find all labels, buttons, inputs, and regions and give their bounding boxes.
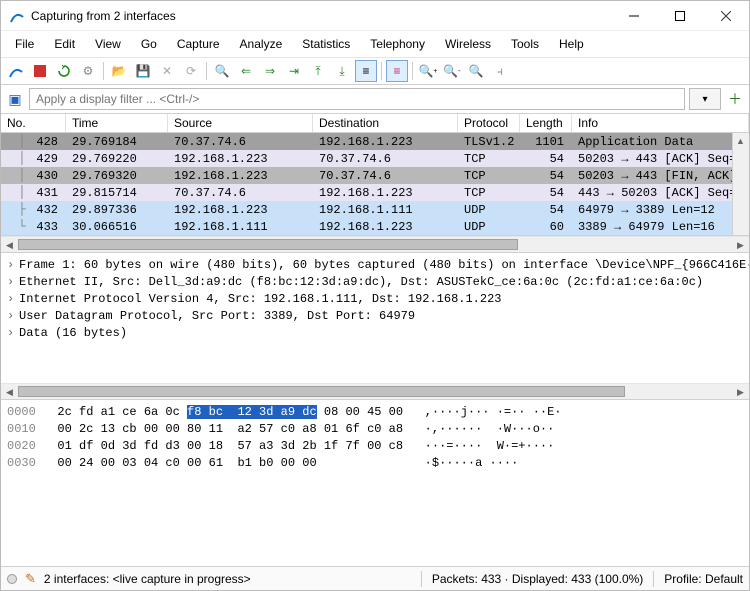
menu-capture[interactable]: Capture <box>167 33 230 55</box>
expand-icon[interactable]: › <box>7 291 19 308</box>
edit-comment-icon[interactable]: ✎ <box>25 571 36 587</box>
start-capture-icon[interactable] <box>5 60 27 82</box>
table-row[interactable]: │ 42829.76918470.37.74.6192.168.1.223TLS… <box>1 133 749 150</box>
menu-statistics[interactable]: Statistics <box>292 33 360 55</box>
status-profile[interactable]: Profile: Default <box>664 572 743 586</box>
go-first-icon[interactable]: ⤒ <box>307 60 329 82</box>
stop-capture-icon[interactable] <box>29 60 51 82</box>
display-filter-input[interactable] <box>29 88 685 110</box>
column-header-destination[interactable]: Destination <box>313 114 458 132</box>
table-row[interactable]: │ 43029.769320192.168.1.22370.37.74.6TCP… <box>1 167 749 184</box>
expand-icon[interactable]: › <box>7 274 19 291</box>
status-separator <box>421 571 422 587</box>
auto-scroll-icon[interactable]: ≡ <box>355 60 377 82</box>
menu-help[interactable]: Help <box>549 33 594 55</box>
detail-ip[interactable]: ›Internet Protocol Version 4, Src: 192.1… <box>7 291 743 308</box>
detail-data[interactable]: ›Data (16 bytes) <box>7 325 743 342</box>
status-separator <box>653 571 654 587</box>
detail-frame[interactable]: ›Frame 1: 60 bytes on wire (480 bits), 6… <box>7 257 743 274</box>
menu-wireless[interactable]: Wireless <box>435 33 501 55</box>
packet-list-pane: No. Time Source Destination Protocol Len… <box>1 114 749 236</box>
filter-add-button[interactable]: ＋ <box>725 88 745 110</box>
menu-tools[interactable]: Tools <box>501 33 549 55</box>
packet-list-body[interactable]: │ 42829.76918470.37.74.6192.168.1.223TLS… <box>1 133 749 235</box>
vertical-scrollbar[interactable]: ▲ <box>732 133 749 235</box>
zoom-in-icon[interactable]: 🔍+ <box>417 60 439 82</box>
toolbar-separator <box>206 62 207 80</box>
expand-icon[interactable]: › <box>7 308 19 325</box>
restart-capture-icon[interactable] <box>53 60 75 82</box>
toolbar-separator <box>381 62 382 80</box>
table-row[interactable]: │ 43129.81571470.37.74.6192.168.1.223TCP… <box>1 184 749 201</box>
detail-udp[interactable]: ›User Datagram Protocol, Src Port: 3389,… <box>7 308 743 325</box>
go-to-packet-icon[interactable]: ⇥ <box>283 60 305 82</box>
go-last-icon[interactable]: ⤓ <box>331 60 353 82</box>
capture-options-icon[interactable]: ⚙ <box>77 60 99 82</box>
zoom-reset-icon[interactable]: 🔍 <box>465 60 487 82</box>
minimize-button[interactable] <box>611 1 657 31</box>
status-packet-count: Packets: 433 · Displayed: 433 (100.0%) <box>432 572 643 586</box>
details-hscroll[interactable]: ◀ ▶ <box>1 383 749 400</box>
packet-bytes-pane[interactable]: 0000 2c fd a1 ce 6a 0c f8 bc 12 3d a9 dc… <box>1 400 749 566</box>
resize-columns-icon[interactable]: ⫞ <box>489 60 511 82</box>
expert-info-icon[interactable] <box>7 574 17 584</box>
save-icon[interactable]: 💾 <box>132 60 154 82</box>
menu-telephony[interactable]: Telephony <box>360 33 435 55</box>
detail-ethernet[interactable]: ›Ethernet II, Src: Dell_3d:a9:dc (f8:bc:… <box>7 274 743 291</box>
column-header-protocol[interactable]: Protocol <box>458 114 520 132</box>
column-header-info[interactable]: Info <box>572 114 749 132</box>
title-bar: Capturing from 2 interfaces <box>1 1 749 31</box>
packet-details-pane[interactable]: ›Frame 1: 60 bytes on wire (480 bits), 6… <box>1 253 749 383</box>
menu-bar: File Edit View Go Capture Analyze Statis… <box>1 31 749 57</box>
go-back-icon[interactable]: ⇐ <box>235 60 257 82</box>
toolbar-separator <box>103 62 104 80</box>
close-button[interactable] <box>703 1 749 31</box>
scroll-right-icon[interactable]: ▶ <box>732 237 749 254</box>
bookmark-filter-icon[interactable]: ▣ <box>5 89 25 109</box>
filter-expression-button[interactable]: ▾ <box>689 88 721 110</box>
packet-list-header: No. Time Source Destination Protocol Len… <box>1 114 749 133</box>
maximize-button[interactable] <box>657 1 703 31</box>
scroll-left-icon[interactable]: ◀ <box>1 237 18 254</box>
open-icon[interactable]: 📂 <box>108 60 130 82</box>
menu-file[interactable]: File <box>5 33 44 55</box>
menu-analyze[interactable]: Analyze <box>230 33 293 55</box>
column-header-no[interactable]: No. <box>1 114 66 132</box>
app-icon <box>9 8 25 24</box>
expand-icon[interactable]: › <box>7 257 19 274</box>
status-bar: ✎ 2 interfaces: <live capture in progres… <box>1 566 749 590</box>
window-title: Capturing from 2 interfaces <box>31 9 611 23</box>
menu-edit[interactable]: Edit <box>44 33 85 55</box>
table-row[interactable]: │ 42929.769220192.168.1.22370.37.74.6TCP… <box>1 150 749 167</box>
toolbar-separator <box>412 62 413 80</box>
table-row[interactable]: └ 43330.066516192.168.1.111192.168.1.223… <box>1 218 749 235</box>
colorize-icon[interactable]: ≡ <box>386 60 408 82</box>
close-file-icon[interactable]: ✕ <box>156 60 178 82</box>
filter-bar: ▣ ▾ ＋ <box>1 85 749 114</box>
toolbar: ⚙ 📂 💾 ✕ ⟳ 🔍 ⇐ ⇒ ⇥ ⤒ ⤓ ≡ ≡ 🔍+ 🔍- 🔍 ⫞ <box>1 57 749 85</box>
column-header-length[interactable]: Length <box>520 114 572 132</box>
packet-list-hscroll[interactable]: ◀ ▶ <box>1 236 749 253</box>
status-capture-text: 2 interfaces: <live capture in progress> <box>44 572 251 586</box>
scroll-right-icon[interactable]: ▶ <box>732 384 749 401</box>
menu-view[interactable]: View <box>85 33 131 55</box>
scroll-up-icon[interactable]: ▲ <box>733 133 748 148</box>
go-forward-icon[interactable]: ⇒ <box>259 60 281 82</box>
find-icon[interactable]: 🔍 <box>211 60 233 82</box>
expand-icon[interactable]: › <box>7 325 19 342</box>
column-header-time[interactable]: Time <box>66 114 168 132</box>
table-row[interactable]: ├ 43229.897336192.168.1.223192.168.1.111… <box>1 201 749 218</box>
column-header-source[interactable]: Source <box>168 114 313 132</box>
menu-go[interactable]: Go <box>131 33 167 55</box>
scroll-left-icon[interactable]: ◀ <box>1 384 18 401</box>
zoom-out-icon[interactable]: 🔍- <box>441 60 463 82</box>
reload-icon[interactable]: ⟳ <box>180 60 202 82</box>
